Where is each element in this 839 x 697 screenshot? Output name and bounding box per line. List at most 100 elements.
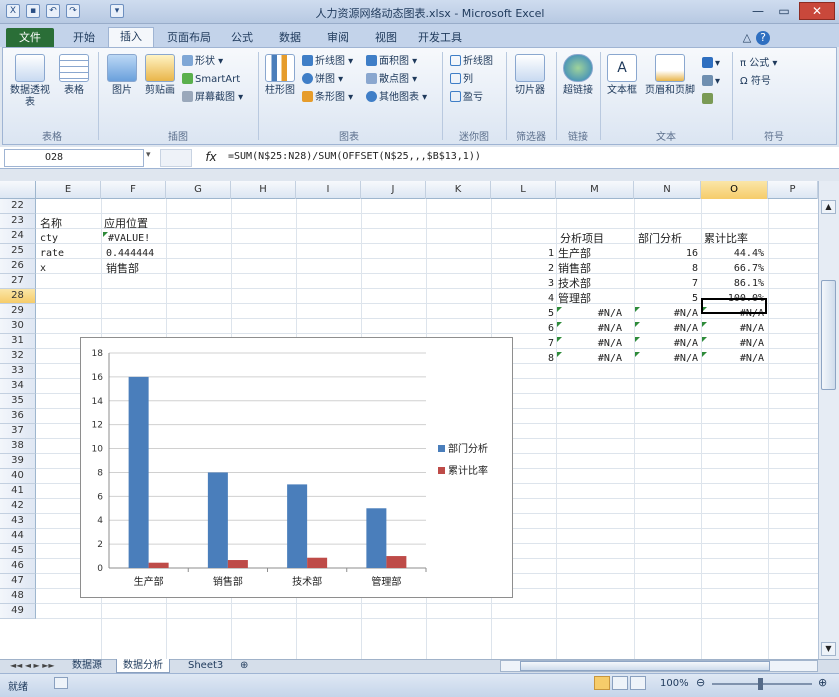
right-table-dept-value[interactable]: #N/A (636, 321, 698, 336)
other-charts-button[interactable]: 其他图表 ▾ (366, 90, 427, 106)
redo-icon[interactable]: ↷ (66, 4, 80, 18)
row-header-39[interactable]: 39 (0, 454, 36, 469)
tab-page-layout[interactable]: 页面布局 (160, 30, 218, 47)
row-header-42[interactable]: 42 (0, 499, 36, 514)
right-table-ratio[interactable]: #N/A (702, 351, 764, 366)
right-table-ratio[interactable]: 66.7% (702, 261, 764, 276)
shapes-button[interactable]: 形状 ▾ (182, 54, 223, 70)
scatter-chart-button[interactable]: 散点图 ▾ (366, 72, 417, 88)
help-icon[interactable]: ? (756, 31, 770, 45)
row-header-22[interactable]: 22 (0, 199, 36, 214)
row-header-41[interactable]: 41 (0, 484, 36, 499)
tab-insert[interactable]: 插入 (108, 27, 154, 47)
formula-input[interactable]: =SUM(N$25:N28)/SUM(OFFSET(N$25,,,$B$13,1… (228, 150, 788, 168)
normal-view-icon[interactable] (594, 676, 610, 690)
right-table-dept-value[interactable]: 8 (636, 261, 698, 276)
row-header-28[interactable]: 28 (0, 289, 36, 304)
undo-icon[interactable]: ↶ (46, 4, 60, 18)
row-header-26[interactable]: 26 (0, 259, 36, 274)
vertical-scrollbar[interactable] (818, 181, 839, 659)
horizontal-scroll-thumb[interactable] (520, 661, 770, 671)
scroll-down-arrow[interactable]: ▼ (821, 642, 836, 656)
sheet-tab-data-analysis[interactable]: 数据分析 (116, 659, 170, 673)
smartart-button[interactable]: SmartArt (182, 72, 240, 88)
right-table-ratio[interactable]: #N/A (702, 336, 764, 351)
macro-record-icon[interactable] (54, 677, 68, 689)
right-table-index[interactable]: 1 (540, 246, 554, 261)
screenshot-button[interactable]: 屏幕截图 ▾ (182, 90, 243, 106)
bar-chart-button[interactable]: 条形图 ▾ (302, 90, 353, 106)
customize-qat-icon[interactable]: ▾ (110, 4, 124, 18)
save-icon[interactable]: ▪ (26, 4, 40, 18)
row-header-38[interactable]: 38 (0, 439, 36, 454)
right-table-ratio[interactable]: 44.4% (702, 246, 764, 261)
tab-review[interactable]: 审阅 (318, 30, 358, 47)
right-table-dept-name[interactable]: #N/A (558, 321, 622, 336)
area-chart-button[interactable]: 面积图 ▾ (366, 54, 417, 70)
tab-formulas[interactable]: 公式 (222, 30, 262, 47)
column-header-e[interactable]: E (36, 181, 101, 199)
right-table-index[interactable]: 2 (540, 261, 554, 276)
right-table-index[interactable]: 3 (540, 276, 554, 291)
tab-developer[interactable]: 开发工具 (412, 30, 468, 47)
row-header-29[interactable]: 29 (0, 304, 36, 319)
left-table-cell[interactable]: cty (40, 231, 58, 246)
right-table-dept-value[interactable]: 5 (636, 291, 698, 306)
right-table-dept-name[interactable]: #N/A (558, 306, 622, 321)
row-header-33[interactable]: 33 (0, 364, 36, 379)
right-table-dept-name[interactable]: #N/A (558, 336, 622, 351)
row-header-30[interactable]: 30 (0, 319, 36, 334)
zoom-in-icon[interactable]: ⊕ (818, 676, 827, 689)
right-table-index[interactable]: 5 (540, 306, 554, 321)
column-header-o[interactable]: O (701, 181, 768, 199)
select-all-corner[interactable] (0, 181, 36, 199)
close-button[interactable]: ✕ (799, 2, 835, 20)
tab-file[interactable]: 文件 (6, 28, 54, 47)
tab-data[interactable]: 数据 (270, 30, 310, 47)
right-table-dept-value[interactable]: 7 (636, 276, 698, 291)
right-table-index[interactable]: 7 (540, 336, 554, 351)
right-table-dept-name[interactable]: #N/A (558, 351, 622, 366)
right-table-dept-name[interactable]: 销售部 (558, 261, 632, 276)
row-header-48[interactable]: 48 (0, 589, 36, 604)
page-break-view-icon[interactable] (630, 676, 646, 690)
chart-area[interactable]: 0 2 4 6 8 10 12 14 16 18 生产部 销售部 技术部 管理部 部门分析 累计比率 (80, 337, 513, 598)
right-table-dept-name[interactable]: 管理部 (558, 291, 632, 306)
column-header-n[interactable]: N (634, 181, 701, 199)
header-footer-button[interactable]: 页眉和页脚 (642, 54, 698, 112)
right-table-dept-value[interactable]: #N/A (636, 306, 698, 321)
hyperlink-button[interactable]: 超链接 (558, 54, 598, 112)
row-header-27[interactable]: 27 (0, 274, 36, 289)
row-header-43[interactable]: 43 (0, 514, 36, 529)
row-header-46[interactable]: 46 (0, 559, 36, 574)
row-header-34[interactable]: 34 (0, 379, 36, 394)
sparkline-column-button[interactable]: 列 (450, 72, 473, 88)
sheet-tab-sheet3[interactable]: Sheet3 (182, 659, 229, 673)
clip-art-button[interactable]: 剪贴画 (142, 54, 178, 112)
left-table-cell[interactable]: x (40, 261, 46, 276)
row-header-37[interactable]: 37 (0, 424, 36, 439)
insert-function-button[interactable]: fx (196, 149, 226, 167)
right-table-dept-value[interactable]: #N/A (636, 336, 698, 351)
row-header-25[interactable]: 25 (0, 244, 36, 259)
column-header-k[interactable]: K (426, 181, 491, 199)
right-table-dept-value[interactable]: #N/A (636, 351, 698, 366)
right-table-index[interactable]: 8 (540, 351, 554, 366)
scroll-thumb[interactable] (821, 280, 836, 390)
row-header-45[interactable]: 45 (0, 544, 36, 559)
minimize-ribbon-icon[interactable]: △ (740, 30, 754, 47)
sparkline-line-button[interactable]: 折线图 (450, 54, 493, 70)
row-header-24[interactable]: 24 (0, 229, 36, 244)
left-table-cell[interactable]: #VALUE! (108, 231, 150, 246)
column-header-m[interactable]: M (556, 181, 634, 199)
equation-button[interactable]: π 公式 ▾ (740, 56, 777, 72)
wordart-icon[interactable]: ▾ (702, 56, 720, 72)
right-table-index[interactable]: 6 (540, 321, 554, 336)
right-table-ratio[interactable]: #N/A (702, 321, 764, 336)
slicer-button[interactable]: 切片器 (510, 54, 550, 112)
name-box-dropdown-icon[interactable]: ▾ (146, 150, 151, 160)
column-chart-button[interactable]: 柱形图 (262, 54, 298, 112)
row-header-47[interactable]: 47 (0, 574, 36, 589)
pivot-table-button[interactable]: 数据透视表 (10, 54, 50, 112)
row-header-32[interactable]: 32 (0, 349, 36, 364)
